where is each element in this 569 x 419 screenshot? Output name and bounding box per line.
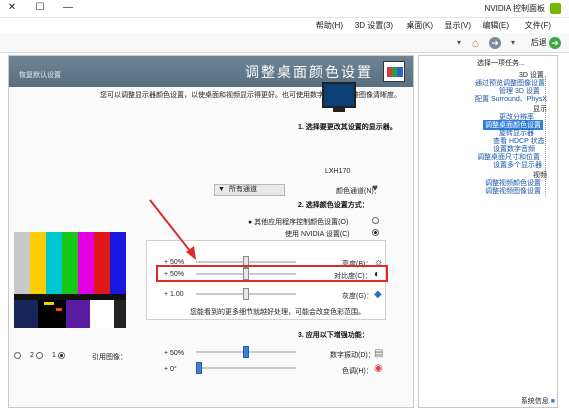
gamma-label: 灰度(G)：	[342, 293, 374, 300]
hue-icon: ◉	[374, 363, 383, 374]
gamma-note: 您能看到的更多细节就越好处理，可能会改变色彩范围。	[190, 309, 365, 316]
window-title: NVIDIA 控制面板	[484, 4, 545, 13]
system-info-icon: ■	[550, 398, 555, 405]
color-channel-dropdown[interactable]: ▼ 所有通道	[214, 184, 285, 196]
section3-title: 3. 应用以下增强功能：	[298, 332, 369, 339]
system-info-label: 系统信息	[520, 398, 549, 405]
minimize-icon[interactable]: —	[60, 1, 76, 15]
hue-track	[196, 367, 296, 369]
radio-nvidia-label: 使用 NVIDIA 设置(C)	[285, 231, 350, 238]
contrast-icon: ◐	[374, 269, 381, 280]
hue-thumb[interactable]	[196, 362, 202, 374]
reference-option-1: 1	[52, 352, 56, 359]
chevron-down-icon: ▼	[218, 186, 225, 193]
task-sidebar: 选择一项任务... 3D 设置 通过预览调整图像设置 管理 3D 设置 配置 S…	[418, 55, 558, 408]
toolbar: 后退 ➜ ▾ ➜ ⌂ ▾	[0, 33, 569, 53]
contrast-value: + 50%	[164, 271, 185, 278]
back-dropdown-icon[interactable]: ▾	[511, 36, 515, 50]
desktop-color-icon	[383, 61, 405, 82]
contrast-slider[interactable]	[196, 268, 296, 280]
menu-3d-settings[interactable]: 3D 设置(3)	[355, 20, 393, 31]
gamma-slider[interactable]	[196, 288, 296, 300]
reference-radio-2[interactable]	[36, 352, 43, 359]
page-title: 调整桌面颜色设置	[245, 65, 373, 81]
menu-desktop[interactable]: 桌面(K)	[406, 20, 433, 31]
sidebar-header: 选择一项任务...	[477, 60, 525, 67]
hue-slider[interactable]	[196, 362, 296, 374]
radio-other-apps[interactable]	[372, 217, 379, 224]
sidebar-item-multi-display[interactable]: 设置多个显示器	[493, 160, 542, 170]
gamma-thumb[interactable]	[243, 288, 249, 300]
sidebar-item-surround[interactable]: 配置 Surround、PhysX	[475, 94, 547, 104]
arrow-annotation-icon	[149, 199, 196, 260]
vibrance-label: 数字振动(D)：	[330, 352, 375, 359]
hue-value: + 0°	[164, 366, 177, 373]
color-channel-value: 所有通道	[229, 186, 257, 193]
section2-title: 2. 选择颜色设置方式：	[298, 202, 369, 209]
radio-nvidia-settings[interactable]	[372, 229, 379, 236]
hue-label: 色调(H)：	[342, 368, 373, 375]
home-icon[interactable]: ⌂	[472, 36, 479, 50]
menu-view[interactable]: 显示(V)	[444, 20, 471, 31]
sidebar-category-display[interactable]: 显示	[533, 104, 547, 114]
reference-radio-3[interactable]	[14, 352, 21, 359]
reference-radio-1[interactable]	[58, 352, 65, 359]
contrast-thumb[interactable]	[243, 268, 249, 280]
sidebar-item-video-image[interactable]: 调整视频图像设置	[485, 186, 541, 196]
nvidia-icon	[550, 3, 561, 14]
reference-image-label: 引用图像：	[92, 354, 127, 361]
reference-option-2: 2	[30, 352, 34, 359]
radio-other-label: ● 其他应用程序控制颜色设置(O)	[248, 219, 349, 226]
gamma-value: + 1.00	[164, 291, 184, 298]
back-button[interactable]: 后退 ➜	[531, 36, 561, 50]
reference-test-pattern	[14, 232, 126, 328]
monitor-label[interactable]: LXH170	[325, 168, 350, 175]
title-bar: ✕ ☐ — NVIDIA 控制面板	[0, 0, 569, 18]
close-icon[interactable]: ✕	[4, 1, 20, 15]
menu-edit[interactable]: 编辑(E)	[482, 20, 509, 31]
monitor-icon[interactable]	[322, 82, 356, 108]
menu-help[interactable]: 帮助(H)	[316, 20, 343, 31]
restore-defaults-link[interactable]: 恢复默认设置	[19, 70, 61, 80]
home-dropdown-icon[interactable]: ▾	[457, 36, 461, 50]
menu-bar: 文件(F) 编辑(E) 显示(V) 桌面(K) 3D 设置(3) 帮助(H)	[0, 18, 569, 33]
maximize-icon[interactable]: ☐	[32, 1, 48, 15]
section1-title: 1. 选择要更改其设置的显示器。	[298, 124, 397, 131]
forward-button[interactable]: ➜	[489, 36, 501, 50]
gamma-icon: ◆	[374, 289, 382, 300]
color-channel-icon: ♥	[372, 183, 378, 194]
back-label: 后退	[530, 38, 547, 47]
vibrance-slider[interactable]	[196, 346, 296, 358]
menu-file[interactable]: 文件(F)	[525, 20, 551, 31]
system-info-link[interactable]: 系统信息 ■	[521, 396, 555, 406]
monitor-stand	[333, 108, 345, 112]
vibrance-icon: ▤	[374, 348, 384, 359]
vibrance-value: + 50%	[164, 350, 185, 357]
forward-icon: ➜	[489, 36, 501, 49]
back-icon: ➜	[549, 36, 561, 49]
contrast-label: 对比度(C)：	[334, 273, 372, 280]
vibrance-thumb[interactable]	[243, 346, 249, 358]
